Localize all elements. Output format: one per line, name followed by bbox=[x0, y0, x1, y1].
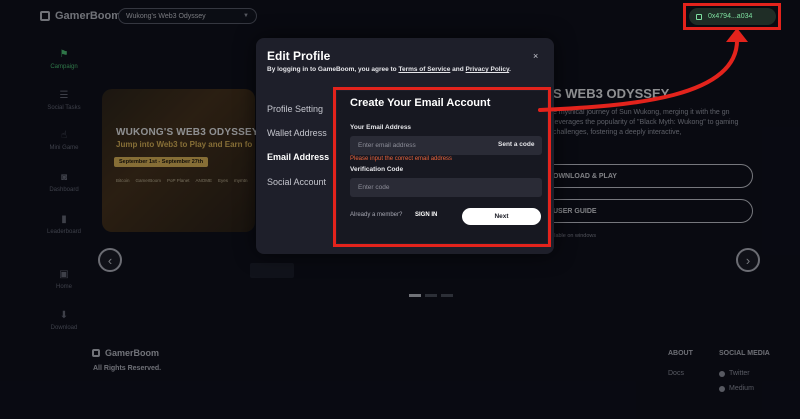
next-label: Next bbox=[494, 213, 509, 220]
email-error-message: Please input the correct email address bbox=[350, 156, 453, 162]
code-label: Verification Code bbox=[350, 166, 404, 173]
subtitle-prefix: By logging in to GameBoom, you agree to bbox=[267, 66, 399, 73]
tab-wallet-address[interactable]: Wallet Address bbox=[267, 128, 327, 138]
email-form-title: Create Your Email Account bbox=[350, 97, 491, 109]
sign-in-link[interactable]: SIGN IN bbox=[415, 212, 437, 218]
subtitle-and: and bbox=[450, 66, 466, 73]
subtitle-period: . bbox=[509, 66, 511, 73]
tab-profile-setting[interactable]: Profile Setting bbox=[267, 104, 323, 114]
annotation-arrow bbox=[538, 28, 748, 112]
tab-email-address[interactable]: Email Address bbox=[267, 152, 329, 162]
highlight-box bbox=[683, 3, 781, 30]
terms-link[interactable]: Terms of Service bbox=[398, 66, 450, 73]
privacy-link[interactable]: Privacy Policy bbox=[466, 66, 510, 73]
next-button[interactable]: Next bbox=[462, 208, 541, 225]
modal-subtitle: By logging in to GameBoom, you agree to … bbox=[267, 66, 511, 73]
tab-social-account[interactable]: Social Account bbox=[267, 177, 326, 187]
modal-title: Edit Profile bbox=[267, 49, 331, 63]
email-label: Your Email Address bbox=[350, 124, 412, 131]
member-prompt: Already a member? bbox=[350, 212, 403, 218]
verification-code-field[interactable] bbox=[350, 178, 542, 197]
send-code-button[interactable]: Sent a code bbox=[498, 141, 534, 148]
